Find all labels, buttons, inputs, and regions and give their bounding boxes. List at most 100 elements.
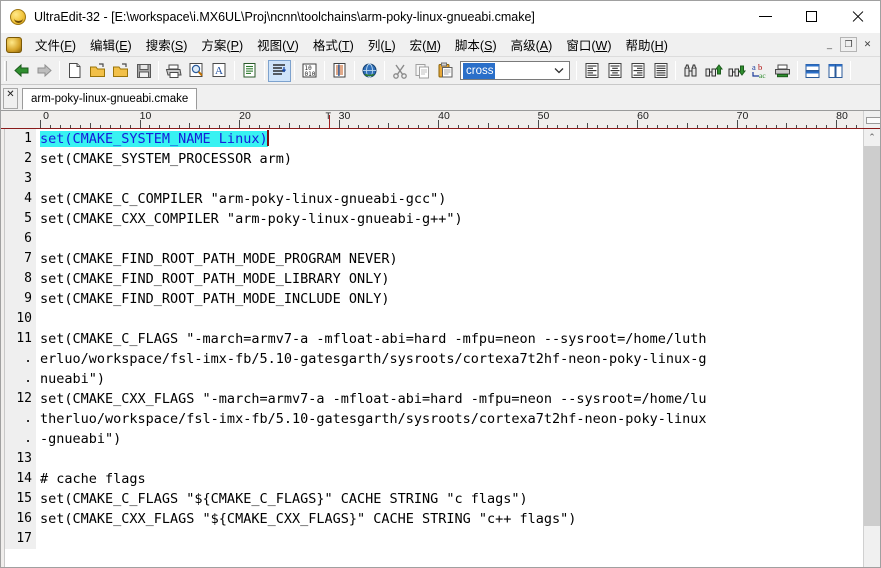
code-line-text[interactable]: therluo/workspace/fsl-imx-fb/5.10-gatesg… xyxy=(36,409,863,429)
print-button[interactable] xyxy=(162,60,185,82)
close-button[interactable] xyxy=(834,1,880,33)
copy-button[interactable] xyxy=(411,60,434,82)
minimize-button[interactable] xyxy=(742,1,788,33)
column-mode-button[interactable] xyxy=(328,60,351,82)
code-line[interactable]: 8set(CMAKE_FIND_ROOT_PATH_MODE_LIBRARY O… xyxy=(5,269,863,289)
template-combo[interactable]: cross xyxy=(460,61,570,80)
mdi-minimize-button[interactable]: _ xyxy=(821,37,838,52)
align-center-button[interactable] xyxy=(603,60,626,82)
menu-item-advanced[interactable]: 高级(A) xyxy=(504,32,560,57)
chevron-down-icon[interactable] xyxy=(551,62,567,79)
code-line-text[interactable]: set(CMAKE_FIND_ROOT_PATH_MODE_INCLUDE ON… xyxy=(36,289,863,309)
scroll-track[interactable] xyxy=(864,526,880,567)
replace-button[interactable]: a b ac xyxy=(748,60,771,82)
browser-button[interactable] xyxy=(358,60,381,82)
code-line[interactable]: .erluo/workspace/fsl-imx-fb/5.10-gatesga… xyxy=(5,349,863,369)
code-line[interactable]: 9set(CMAKE_FIND_ROOT_PATH_MODE_INCLUDE O… xyxy=(5,289,863,309)
code-line[interactable]: 1set(CMAKE_SYSTEM_NAME Linux) xyxy=(5,129,863,149)
find-previous-button[interactable] xyxy=(702,60,725,82)
menu-item-project[interactable]: 方案(P) xyxy=(194,32,250,57)
code-line-text[interactable]: # cache flags xyxy=(36,469,863,489)
print-preview-button[interactable] xyxy=(185,60,208,82)
align-left-button[interactable] xyxy=(580,60,603,82)
mdi-restore-button[interactable]: ❐ xyxy=(840,37,857,52)
code-line[interactable]: 15set(CMAKE_C_FLAGS "${CMAKE_C_FLAGS}" C… xyxy=(5,489,863,509)
code-line[interactable]: 10 xyxy=(5,309,863,329)
menu-item-window[interactable]: 窗口(W) xyxy=(559,32,618,57)
find-in-files-button[interactable] xyxy=(771,60,794,82)
cut-button[interactable] xyxy=(388,60,411,82)
tile-horizontal-button[interactable] xyxy=(801,60,824,82)
word-wrap-button[interactable] xyxy=(238,60,261,82)
code-line-text[interactable]: nueabi") xyxy=(36,369,863,389)
code-line[interactable]: 12set(CMAKE_CXX_FLAGS "-march=armv7-a -m… xyxy=(5,389,863,409)
show-spaces-button[interactable] xyxy=(268,60,291,82)
code-line[interactable]: .nueabi") xyxy=(5,369,863,389)
open-file-button[interactable] xyxy=(86,60,109,82)
paste-button[interactable] xyxy=(434,60,457,82)
code-line-text[interactable]: set(CMAKE_C_COMPILER "arm-poky-linux-gnu… xyxy=(36,189,863,209)
tile-vertical-button[interactable] xyxy=(824,60,847,82)
code-line-text[interactable] xyxy=(36,229,863,249)
code-line-text[interactable]: set(CMAKE_FIND_ROOT_PATH_MODE_LIBRARY ON… xyxy=(36,269,863,289)
find-button[interactable] xyxy=(679,60,702,82)
font-button[interactable]: A xyxy=(208,60,231,82)
code-line-text[interactable]: set(CMAKE_C_FLAGS "${CMAKE_C_FLAGS}" CAC… xyxy=(36,489,863,509)
save-button[interactable] xyxy=(132,60,155,82)
code-line[interactable]: .therluo/workspace/fsl-imx-fb/5.10-gates… xyxy=(5,409,863,429)
menu-item-view[interactable]: 视图(V) xyxy=(250,32,306,57)
code-line-text[interactable] xyxy=(36,449,863,469)
code-line[interactable]: 7set(CMAKE_FIND_ROOT_PATH_MODE_PROGRAM N… xyxy=(5,249,863,269)
code-line[interactable]: .-gnueabi") xyxy=(5,429,863,449)
scroll-thumb[interactable] xyxy=(864,146,880,526)
menu-item-help[interactable]: 帮助(H) xyxy=(618,32,674,57)
code-line[interactable]: 16set(CMAKE_CXX_FLAGS "${CMAKE_CXX_FLAGS… xyxy=(5,509,863,529)
menu-item-edit[interactable]: 编辑(E) xyxy=(83,32,139,57)
maximize-button[interactable] xyxy=(788,1,834,33)
menu-item-macro[interactable]: 宏(M) xyxy=(403,32,448,57)
back-button[interactable] xyxy=(10,60,33,82)
code-line-text[interactable] xyxy=(36,169,863,189)
code-line-text[interactable]: set(CMAKE_CXX_FLAGS "${CMAKE_CXX_FLAGS}"… xyxy=(36,509,863,529)
menu-item-search[interactable]: 搜索(S) xyxy=(139,32,195,57)
code-line[interactable]: 4set(CMAKE_C_COMPILER "arm-poky-linux-gn… xyxy=(5,189,863,209)
code-line[interactable]: 17 xyxy=(5,529,863,549)
code-line-text[interactable]: set(CMAKE_FIND_ROOT_PATH_MODE_PROGRAM NE… xyxy=(36,249,863,269)
forward-button[interactable] xyxy=(33,60,56,82)
menu-item-format[interactable]: 格式(T) xyxy=(306,32,361,57)
align-justify-button[interactable] xyxy=(649,60,672,82)
code-line-text[interactable]: set(CMAKE_SYSTEM_PROCESSOR arm) xyxy=(36,149,863,169)
code-line[interactable]: 14# cache flags xyxy=(5,469,863,489)
code-line[interactable]: 2set(CMAKE_SYSTEM_PROCESSOR arm) xyxy=(5,149,863,169)
code-line[interactable]: 3 xyxy=(5,169,863,189)
menu-item-script[interactable]: 脚本(S) xyxy=(448,32,504,57)
code-line-text[interactable]: set(CMAKE_CXX_COMPILER "arm-poky-linux-g… xyxy=(36,209,863,229)
code-line-text[interactable]: set(CMAKE_CXX_FLAGS "-march=armv7-a -mfl… xyxy=(36,389,863,409)
toolbar-grip[interactable] xyxy=(4,61,7,81)
code-line-text[interactable] xyxy=(36,309,863,329)
scroll-up-button[interactable]: ⌃ xyxy=(864,129,880,146)
open-recent-button[interactable] xyxy=(109,60,132,82)
code-line[interactable]: 6 xyxy=(5,229,863,249)
hex-edit-button[interactable]: 10 010 xyxy=(298,60,321,82)
code-line[interactable]: 13 xyxy=(5,449,863,469)
document-tab-arm-poky-linux-gnueabi-cmake[interactable]: arm-poky-linux-gnueabi.cmake xyxy=(22,88,197,110)
code-line-text[interactable]: set(CMAKE_SYSTEM_NAME Linux) xyxy=(36,129,863,149)
code-line-text[interactable]: erluo/workspace/fsl-imx-fb/5.10-gatesgar… xyxy=(36,349,863,369)
code-line-text[interactable]: -gnueabi") xyxy=(36,429,863,449)
scroll-corner[interactable] xyxy=(863,111,880,128)
code-line[interactable]: 5set(CMAKE_CXX_COMPILER "arm-poky-linux-… xyxy=(5,209,863,229)
mdi-close-button[interactable]: ✕ xyxy=(859,37,876,52)
align-right-button[interactable] xyxy=(626,60,649,82)
tab-close-button[interactable]: ✕ xyxy=(3,88,18,109)
code-text-area[interactable]: 1set(CMAKE_SYSTEM_NAME Linux)2set(CMAKE_… xyxy=(5,129,863,567)
menu-item-column[interactable]: 列(L) xyxy=(361,32,403,57)
code-line-text[interactable] xyxy=(36,529,863,549)
code-line-text[interactable]: set(CMAKE_C_FLAGS "-march=armv7-a -mfloa… xyxy=(36,329,863,349)
vertical-scrollbar[interactable]: ⌃ xyxy=(863,129,880,567)
code-line[interactable]: 11set(CMAKE_C_FLAGS "-march=armv7-a -mfl… xyxy=(5,329,863,349)
find-next-button[interactable] xyxy=(725,60,748,82)
menu-item-file[interactable]: 文件(F) xyxy=(28,32,83,57)
ruler-ticks: 01020304050607080T xyxy=(1,111,880,128)
new-file-button[interactable] xyxy=(63,60,86,82)
